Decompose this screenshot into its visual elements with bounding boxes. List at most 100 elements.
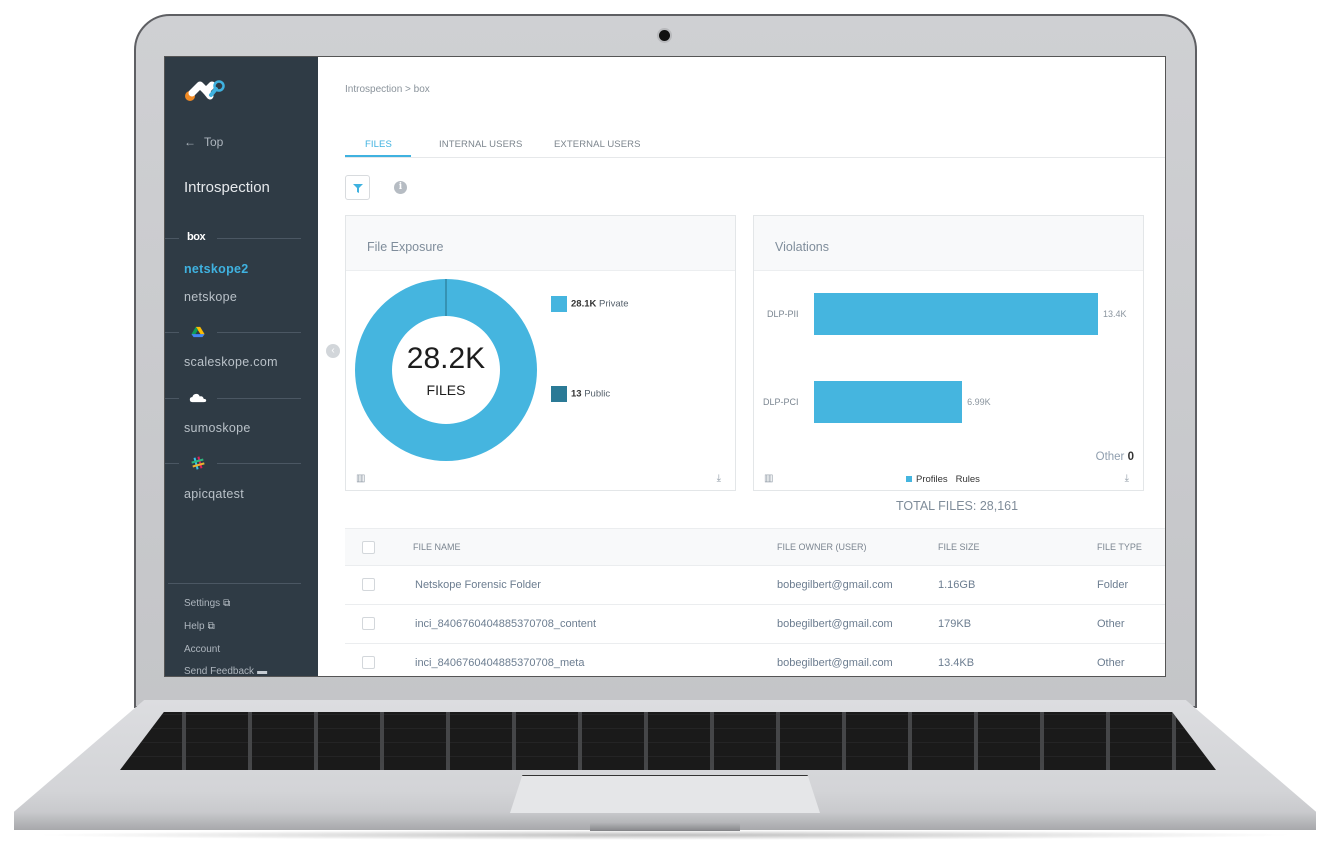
legend-public[interactable]: 13 Public [551, 386, 610, 402]
col-file-name[interactable]: FILE NAME [413, 542, 461, 552]
divider-line [165, 238, 179, 239]
info-icon[interactable]: i [394, 181, 407, 194]
back-to-top-link[interactable]: ← Top [184, 135, 223, 149]
sidebar-item-sumoskope[interactable]: sumoskope [184, 421, 251, 435]
sidebar-item-netskope[interactable]: netskope [184, 290, 237, 304]
box-logo-icon: box [187, 231, 206, 243]
table-header: FILE NAME FILE OWNER (USER) FILE SIZE FI… [345, 528, 1165, 566]
send-feedback-link[interactable]: Send Feedback ▬ [184, 666, 268, 677]
total-files: TOTAL FILES: 28,161 [896, 499, 1019, 513]
tab-files[interactable]: FILES [365, 139, 392, 150]
sidebar: ← Top Introspection box netskope2 netskop… [165, 57, 318, 676]
keyboard-keys [120, 712, 1216, 770]
base-shadow [30, 830, 1300, 840]
file-type: Other [1097, 618, 1125, 630]
section-title: Introspection [184, 179, 270, 196]
card-title: Violations [754, 216, 1143, 271]
account-link[interactable]: Account [184, 644, 220, 655]
active-tab-indicator [345, 155, 411, 157]
divider-line [217, 398, 301, 399]
file-size: 179KB [938, 618, 972, 630]
bar-dlp-pci[interactable] [814, 381, 963, 423]
filter-funnel-icon [353, 184, 363, 193]
sidebar-item-scaleskope[interactable]: scaleskope.com [184, 355, 278, 369]
col-file-owner[interactable]: FILE OWNER (USER) [777, 542, 867, 552]
bar-dlp-pii[interactable] [814, 293, 1098, 335]
file-type: Other [1097, 657, 1125, 669]
webcam [659, 30, 670, 41]
file-name[interactable]: inci_8406760404885370708_meta [415, 657, 584, 669]
settings-link[interactable]: Settings ⧉ [184, 598, 230, 609]
feedback-label: Send Feedback [184, 666, 255, 677]
divider-line [165, 398, 179, 399]
row-checkbox[interactable] [362, 617, 375, 630]
file-owner: bobegilbert@gmail.com [777, 579, 893, 591]
bar-category-label: DLP-PII [767, 309, 799, 319]
legend-profiles[interactable]: Profiles [906, 474, 948, 485]
external-link-icon: ⧉ [223, 598, 231, 609]
legend-swatch-profiles [906, 476, 912, 483]
table-view-icon[interactable]: ▥ [356, 473, 365, 484]
violations-card: Violations DLP-PII 13.4K DLP-PCI 6.99K Othe… [753, 215, 1144, 491]
col-file-type[interactable]: FILE TYPE [1097, 542, 1142, 552]
file-owner: bobegilbert@gmail.com [777, 618, 893, 630]
other-label: Other [1095, 451, 1125, 463]
donut-total-value: 28.2K [406, 342, 486, 375]
service-divider-google-drive [165, 325, 301, 339]
divider-line [217, 463, 301, 464]
donut-center: 28.2K FILES [354, 278, 538, 462]
card-title: File Exposure [346, 216, 735, 271]
legend-swatch-public [551, 386, 567, 402]
feedback-chat-icon: ▬ [257, 666, 268, 677]
arrow-left-icon: ← [184, 135, 196, 149]
legend-label: Profiles [916, 474, 948, 485]
violations-legend: Profiles Rules [906, 474, 980, 485]
legend-private[interactable]: 28.1K Private [551, 296, 629, 312]
external-link-icon: ⧉ [207, 621, 215, 632]
file-type: Folder [1097, 579, 1129, 591]
row-checkbox[interactable] [362, 578, 375, 591]
tab-internal-users[interactable]: INTERNAL USERS [439, 139, 522, 150]
file-size: 1.16GB [938, 579, 976, 591]
table-row[interactable]: inci_8406760404885370708_meta bobegilber… [345, 644, 1165, 676]
table-row[interactable]: Netskope Forensic Folder bobegilbert@gma… [345, 566, 1165, 605]
divider-line [217, 332, 301, 333]
legend-value: 13 [571, 388, 582, 400]
screen: ← Top Introspection box netskope2 netskop… [164, 56, 1166, 677]
table-row[interactable]: inci_8406760404885370708_content bobegil… [345, 605, 1165, 644]
donut-chart: 28.2K FILES [354, 278, 538, 462]
sidebar-item-netskope2[interactable]: netskope2 [184, 262, 249, 276]
file-size: 13.4KB [938, 657, 975, 669]
row-checkbox[interactable] [362, 656, 375, 669]
file-exposure-card: File Exposure 28.2K FILES 28.1K Private … [345, 215, 736, 491]
select-all-checkbox[interactable] [362, 541, 375, 554]
service-divider-box: box [165, 231, 301, 245]
bar-value-label: 13.4K [1103, 309, 1127, 319]
download-icon[interactable]: ⤓ [717, 473, 721, 484]
service-divider-onedrive [165, 391, 301, 405]
legend-rules[interactable]: Rules [956, 474, 980, 485]
collapse-sidebar-button[interactable]: ‹ [326, 344, 340, 358]
help-label: Help [184, 621, 205, 632]
download-icon[interactable]: ⤓ [1125, 473, 1129, 484]
filter-button[interactable] [345, 175, 370, 200]
donut-total-label: FILES [426, 382, 466, 398]
tab-bar: FILES INTERNAL USERS EXTERNAL USERS [345, 135, 1165, 158]
col-file-size[interactable]: FILE SIZE [938, 542, 980, 552]
google-drive-icon [191, 326, 205, 338]
help-link[interactable]: Help ⧉ [184, 621, 215, 632]
netskope-logo-icon [185, 80, 225, 101]
files-table: FILE NAME FILE OWNER (USER) FILE SIZE FI… [345, 528, 1165, 676]
back-label: Top [204, 135, 224, 149]
service-divider-slack [165, 456, 301, 470]
legend-swatch-private [551, 296, 567, 312]
file-owner: bobegilbert@gmail.com [777, 657, 893, 669]
trackpad [510, 775, 820, 813]
file-name[interactable]: inci_8406760404885370708_content [415, 618, 596, 630]
legend-label: Private [599, 298, 629, 310]
main-content: Introspection > box FILES INTERNAL USERS… [318, 57, 1165, 676]
file-name[interactable]: Netskope Forensic Folder [415, 579, 541, 591]
sidebar-item-apicqatest[interactable]: apicqatest [184, 487, 244, 501]
tab-external-users[interactable]: EXTERNAL USERS [554, 139, 641, 150]
table-view-icon[interactable]: ▥ [764, 473, 773, 484]
